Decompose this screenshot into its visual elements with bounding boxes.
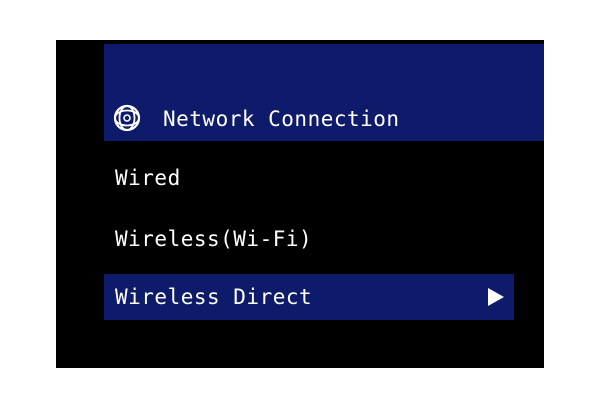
tv-osd-screen: Network Connection Wired Wireless(Wi-Fi)… xyxy=(56,40,544,368)
menu-item-label: Wireless(Wi-Fi) xyxy=(115,227,313,251)
menu-item-label: Wireless Direct xyxy=(115,285,313,309)
menu-item-wireless-wifi[interactable]: Wireless(Wi-Fi) xyxy=(104,216,514,262)
menu-item-label: Wired xyxy=(115,166,181,190)
network-globe-icon xyxy=(113,104,141,132)
menu-header: Network Connection xyxy=(104,44,544,141)
menu-item-wireless-direct[interactable]: Wireless Direct xyxy=(104,274,514,320)
arrow-right-icon xyxy=(488,288,504,306)
menu-item-wired[interactable]: Wired xyxy=(104,155,514,201)
page-title: Network Connection xyxy=(163,107,400,131)
